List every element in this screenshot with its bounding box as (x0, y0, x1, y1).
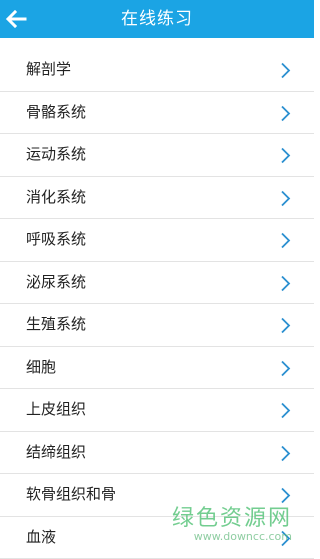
chevron-right-icon (280, 487, 291, 504)
list-item[interactable]: 结缔组织 (0, 432, 314, 475)
page-title: 在线练习 (0, 0, 314, 38)
chevron-right-icon (280, 402, 291, 419)
list-item[interactable]: 呼吸系统 (0, 219, 314, 262)
list-item[interactable]: 骨骼系统 (0, 92, 314, 135)
list-item-label: 呼吸系统 (26, 219, 86, 261)
chevron-right-icon (280, 445, 291, 462)
list-item[interactable]: 上皮组织 (0, 389, 314, 432)
chevron-right-icon (280, 360, 291, 377)
app-header: 在线练习 (0, 0, 314, 38)
list-item-label: 泌尿系统 (26, 262, 86, 304)
list-item[interactable]: 软骨组织和骨 (0, 474, 314, 517)
chevron-right-icon (280, 275, 291, 292)
chevron-right-icon (280, 147, 291, 164)
chevron-right-icon (280, 105, 291, 122)
list-item-label: 结缔组织 (26, 432, 86, 474)
list-item-label: 骨骼系统 (26, 92, 86, 134)
list-item[interactable]: 血液 (0, 517, 314, 559)
list-item[interactable]: 解剖学 (0, 49, 314, 92)
list-item-label: 解剖学 (26, 49, 71, 91)
list-item[interactable]: 细胞 (0, 347, 314, 390)
chevron-right-icon (280, 232, 291, 249)
practice-list: 解剖学骨骼系统运动系统消化系统呼吸系统泌尿系统生殖系统细胞上皮组织结缔组织软骨组… (0, 49, 314, 559)
list-item-label: 生殖系统 (26, 304, 86, 346)
list-item[interactable]: 消化系统 (0, 177, 314, 220)
list-item[interactable]: 生殖系统 (0, 304, 314, 347)
list-item[interactable]: 泌尿系统 (0, 262, 314, 305)
chevron-right-icon (280, 317, 291, 334)
list-item-label: 上皮组织 (26, 389, 86, 431)
list-item-label: 消化系统 (26, 177, 86, 219)
list-item-label: 软骨组织和骨 (26, 474, 116, 516)
list-item-label: 运动系统 (26, 134, 86, 176)
list-item-label: 细胞 (26, 347, 56, 389)
list-item-label: 血液 (26, 517, 56, 559)
chevron-right-icon (280, 62, 291, 79)
list-item[interactable]: 运动系统 (0, 134, 314, 177)
chevron-right-icon (280, 190, 291, 207)
chevron-right-icon (280, 530, 291, 547)
